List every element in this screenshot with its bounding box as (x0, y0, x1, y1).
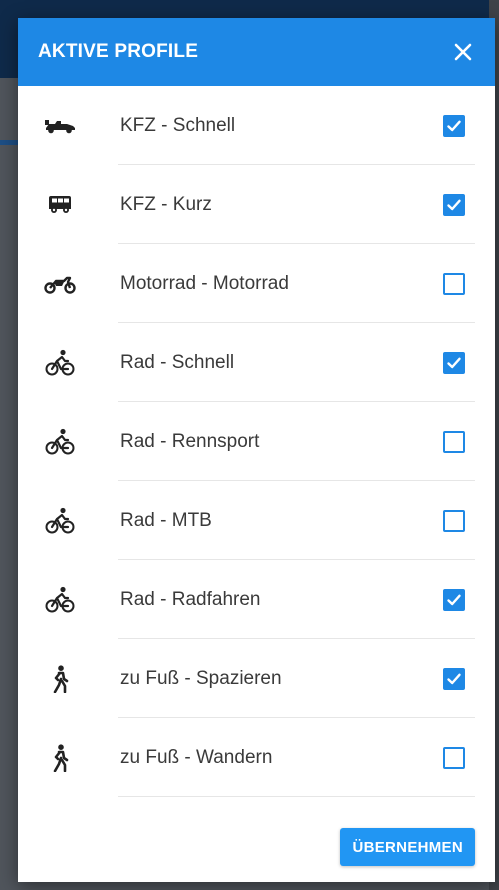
profile-label: zu Fuß - Spazieren (120, 667, 282, 689)
close-icon (454, 43, 472, 61)
profile-label: Motorrad - Motorrad (120, 272, 289, 294)
profile-label: Rad - Rennsport (120, 430, 260, 452)
profile-checkbox[interactable] (443, 667, 465, 690)
profile-checkbox[interactable] (443, 430, 465, 453)
profile-checkbox[interactable] (443, 746, 465, 769)
profile-checkbox[interactable] (443, 272, 465, 295)
profile-item[interactable]: Rad - Radfahren (18, 560, 495, 639)
dialog-title: AKTIVE PROFILE (38, 41, 199, 62)
profile-checkbox[interactable] (443, 351, 465, 374)
apply-button[interactable]: ÜBERNEHMEN (340, 828, 475, 866)
profile-item[interactable]: KFZ - Schnell (18, 86, 495, 165)
bicycle-icon (40, 343, 80, 383)
profile-label: zu Fuß - Wandern (120, 746, 273, 768)
dialog-header: AKTIVE PROFILE (18, 18, 495, 86)
profile-label: Rad - Radfahren (120, 588, 261, 610)
profile-item[interactable]: Rad - Schnell (18, 323, 495, 402)
profile-item[interactable]: zu Fuß - Spazieren (18, 639, 495, 718)
race-car-icon (40, 106, 80, 146)
profile-item[interactable]: zu Fuß - Wandern (18, 718, 495, 797)
bicycle-icon (40, 501, 80, 541)
profile-item[interactable]: Rad - Rennsport (18, 402, 495, 481)
profile-checkbox[interactable] (443, 588, 465, 611)
profile-label: KFZ - Kurz (120, 193, 212, 215)
profile-checkbox[interactable] (443, 509, 465, 532)
motorcycle-icon (40, 264, 80, 304)
profile-checkbox[interactable] (443, 114, 465, 137)
profile-list: KFZ - Schnell KFZ - Kurz Motorrad - Moto… (18, 86, 495, 797)
profile-label: Rad - Schnell (120, 351, 235, 373)
walking-icon (40, 659, 80, 699)
profile-label: KFZ - Schnell (120, 114, 236, 136)
walking-icon (40, 738, 80, 778)
profile-checkbox[interactable] (443, 193, 465, 216)
profile-label: Rad - MTB (120, 509, 212, 531)
van-icon (40, 185, 80, 225)
bicycle-icon (40, 422, 80, 462)
close-button[interactable] (443, 32, 483, 72)
profile-item[interactable]: Motorrad - Motorrad (18, 244, 495, 323)
bicycle-icon (40, 580, 80, 620)
active-profiles-dialog: AKTIVE PROFILE KFZ - Schnell KFZ - Kurz … (18, 18, 495, 882)
profile-item[interactable]: KFZ - Kurz (18, 165, 495, 244)
profile-item[interactable]: Rad - MTB (18, 481, 495, 560)
